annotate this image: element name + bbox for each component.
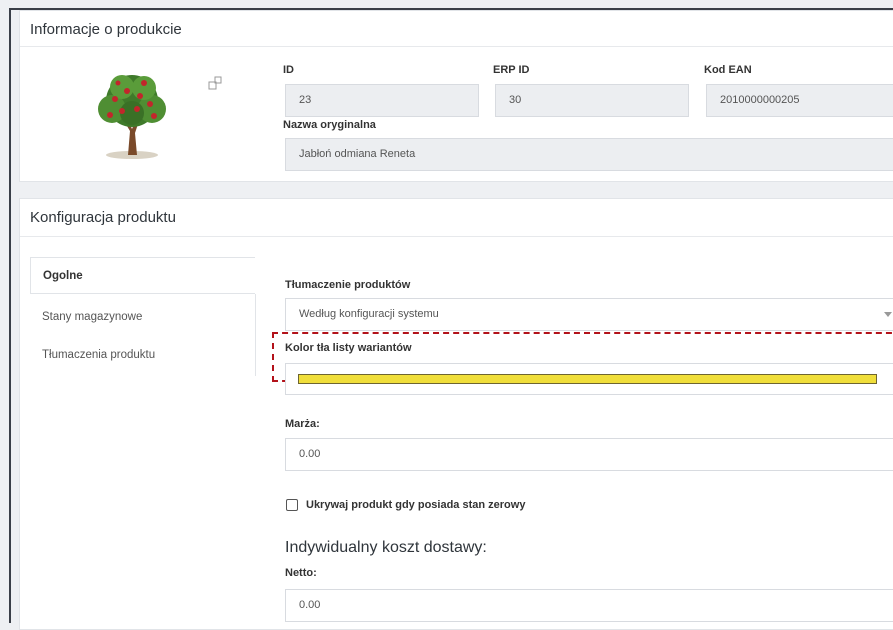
translation-select[interactable]: Według konfiguracji systemu — [285, 298, 893, 331]
config-title: Konfiguracja produktu — [30, 209, 176, 226]
tab-tlumaczenia-label: Tłumaczenia produktu — [42, 349, 156, 361]
delivery-heading: Indywidualny koszt dostawy: — [285, 539, 487, 556]
tab-stany-label: Stany magazynowe — [42, 311, 143, 323]
card-divider — [20, 236, 893, 237]
expand-icon[interactable] — [207, 75, 223, 91]
product-image — [82, 71, 182, 163]
id-label: ID — [283, 64, 294, 76]
translation-label: Tłumaczenie produktów — [285, 279, 411, 291]
tab-ogolne-label: Ogolne — [43, 270, 83, 282]
netto-label: Netto: — [285, 567, 317, 579]
ean-field[interactable]: 2010000000205 — [706, 84, 893, 117]
tab-stany-magazynowe[interactable]: Stany magazynowe — [30, 303, 250, 329]
product-info-card: Informacje o produkcie ID 23 ERP ID 30 K… — [19, 10, 893, 182]
card-divider — [20, 46, 893, 47]
variant-color-swatch[interactable] — [298, 374, 877, 384]
tab-tlumaczenia-produktu[interactable]: Tłumaczenia produktu — [30, 341, 250, 367]
original-name-field[interactable]: Jabłoń odmiana Reneta — [285, 138, 893, 171]
variant-color-label: Kolor tła listy wariantów — [285, 342, 412, 354]
variant-color-field[interactable] — [285, 363, 893, 395]
translation-select-value: Według konfiguracji systemu — [299, 308, 439, 320]
original-name-label: Nazwa oryginalna — [283, 119, 376, 131]
tabs-right-border — [255, 294, 256, 376]
chevron-down-icon — [884, 312, 892, 317]
ean-label: Kod EAN — [704, 64, 752, 76]
config-card: Konfiguracja produktu Ogolne Stany magaz… — [19, 198, 893, 630]
product-info-title: Informacje o produkcie — [30, 21, 182, 38]
erp-id-label: ERP ID — [493, 64, 530, 76]
tab-ogolne[interactable]: Ogolne — [30, 257, 255, 294]
expand-icon-svg — [208, 76, 222, 90]
apple-tree-icon — [98, 75, 166, 159]
netto-input[interactable]: 0.00 — [285, 589, 893, 622]
hide-zero-label: Ukrywaj produkt gdy posiada stan zerowy — [306, 499, 526, 511]
hide-zero-checkbox[interactable] — [286, 499, 298, 511]
margin-label: Marża: — [285, 418, 320, 430]
app-frame: Informacje o produkcie ID 23 ERP ID 30 K… — [9, 8, 893, 630]
id-field[interactable]: 23 — [285, 84, 479, 117]
margin-input[interactable]: 0.00 — [285, 438, 893, 471]
erp-id-field[interactable]: 30 — [495, 84, 689, 117]
